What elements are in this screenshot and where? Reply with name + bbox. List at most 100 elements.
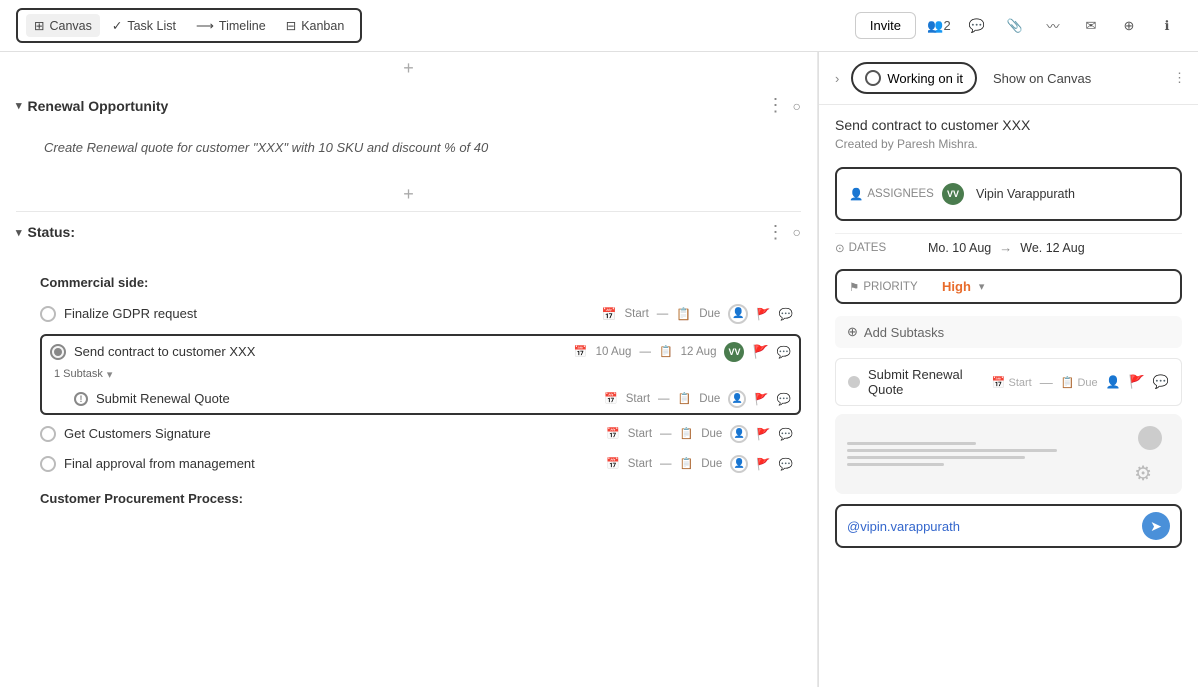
collapse-icon[interactable]: › <box>831 67 843 90</box>
priority-icon: ⚑ <box>849 280 859 294</box>
flag-icon-gdpr: 🚩 <box>756 307 770 321</box>
dash-app: — <box>660 458 672 470</box>
date-end-value: We. 12 Aug <box>1020 241 1084 255</box>
info-icon: ℹ <box>1165 18 1170 34</box>
invite-button[interactable]: Invite <box>855 12 916 39</box>
activity-icon: 〰 <box>1046 16 1059 35</box>
status-chevron-icon: ▾ <box>16 226 22 239</box>
task-name-gdpr: Finalize GDPR request <box>64 306 594 321</box>
chat-icon: 💬 <box>969 18 985 34</box>
flag-app: 🚩 <box>756 457 770 471</box>
created-by-text: Created by Paresh Mishra. <box>835 137 1182 151</box>
sig-start: Start <box>628 428 652 440</box>
dates-label-text: DATES <box>849 242 887 254</box>
mention-input[interactable] <box>847 519 1134 534</box>
assignee-avatar: VV <box>942 183 964 205</box>
timeline-icon: ⟶ <box>196 18 214 33</box>
show-on-canvas-button[interactable]: Show on Canvas <box>985 67 1099 90</box>
chat-button[interactable]: 💬 <box>962 11 992 41</box>
chevron-down-icon: ▾ <box>16 99 22 112</box>
subtask-row-renewal[interactable]: Submit Renewal Quote 📅 Start — 📋 Due 👤 🚩… <box>42 385 799 413</box>
canvas-gear-icon: ⚙ <box>1134 461 1152 486</box>
task-check-signature <box>40 426 56 442</box>
task-date-start: 10 Aug <box>596 346 632 358</box>
right-panel: › Working on it Show on Canvas ⋮ Send co… <box>818 52 1198 687</box>
canvas-preview: ⚙ <box>835 414 1182 494</box>
add-section-middle[interactable]: + <box>0 178 817 211</box>
add-section-top[interactable]: + <box>0 52 817 85</box>
kanban-tab[interactable]: ⊟ Kanban <box>278 14 353 37</box>
flag-sig: 🚩 <box>756 427 770 441</box>
priority-dropdown-icon[interactable]: ▾ <box>979 280 985 293</box>
activity-button[interactable]: 〰 <box>1038 11 1068 41</box>
renewal-section: ▾ Renewal Opportunity ⋮ ○ Create Renewal… <box>0 85 817 178</box>
renewal-header-left: ▾ Renewal Opportunity <box>16 98 168 114</box>
task-row-signature[interactable]: Get Customers Signature 📅 Start — 📋 Due … <box>16 419 801 449</box>
app-start: Start <box>628 458 652 470</box>
send-button[interactable]: ➤ <box>1142 512 1170 540</box>
attachment-button[interactable]: 📎 <box>1000 11 1030 41</box>
status-more-icon[interactable]: ⋮ <box>767 222 785 243</box>
canvas-tab[interactable]: ⊞ Canvas <box>26 14 100 37</box>
cal-start-sub: 📅 <box>604 392 618 405</box>
integration-button[interactable]: ⊕ <box>1114 11 1144 41</box>
flag-sub: 🚩 <box>754 392 768 406</box>
toolbar-view-switcher: ⊞ Canvas ✓ Task List ⟶ Timeline ⊟ Kanban <box>16 8 362 43</box>
timeline-label: Timeline <box>219 19 266 33</box>
subtask-item-name: Submit Renewal Quote <box>868 367 984 397</box>
renewal-section-title: Renewal Opportunity <box>28 98 169 114</box>
toolbar-right: Invite 👥 2 💬 📎 〰 ✉ ⊕ ℹ <box>855 11 1182 41</box>
left-panel: + ▾ Renewal Opportunity ⋮ ○ Create Renew… <box>0 52 818 687</box>
renewal-section-header[interactable]: ▾ Renewal Opportunity ⋮ ○ <box>0 85 817 126</box>
info-button[interactable]: ℹ <box>1152 11 1182 41</box>
comment-app: 💬 <box>779 457 793 471</box>
subtask-assign-icon: 👤 <box>1106 375 1121 389</box>
canvas-label: Canvas <box>49 19 91 33</box>
status-search-icon[interactable]: ○ <box>793 224 801 240</box>
dates-label: ⊙ DATES <box>835 241 920 255</box>
calendar-icon-due-gdpr: 📋 <box>676 307 691 321</box>
subtask-start: Start <box>626 393 650 405</box>
status-section-header[interactable]: ▾ Status: ⋮ ○ <box>0 212 817 253</box>
status-header-left: ▾ Status: <box>16 224 75 240</box>
priority-value: High <box>942 279 971 294</box>
cal-sig-start: 📅 <box>606 427 620 440</box>
app-due: Due <box>701 458 722 470</box>
task-row-contract[interactable]: Send contract to customer XXX 📅 10 Aug —… <box>42 336 799 368</box>
task-row-approval[interactable]: Final approval from management 📅 Start —… <box>16 449 801 479</box>
member-count: 2 <box>943 18 950 33</box>
mention-input-row: ➤ <box>835 504 1182 548</box>
assignee-sub: 👤 <box>728 390 746 408</box>
task-meta-gdpr: 📅 Start — 📋 Due 👤 🚩 💬 <box>602 304 793 324</box>
subtask-expand[interactable]: 1 Subtask ▾ <box>42 368 799 385</box>
task-row-gdpr[interactable]: Finalize GDPR request 📅 Start — 📋 Due 👤 … <box>16 298 801 330</box>
renewal-more-icon[interactable]: ⋮ <box>767 95 785 116</box>
renewal-search-icon[interactable]: ○ <box>793 98 801 114</box>
add-subtask-icon: ⊕ <box>847 324 858 340</box>
status-section: ▾ Status: ⋮ ○ Commercial side: Finalize … <box>0 212 817 524</box>
email-button[interactable]: ✉ <box>1076 11 1106 41</box>
working-on-button[interactable]: Working on it <box>851 62 977 94</box>
comment-icon-gdpr: 💬 <box>779 307 793 321</box>
right-panel-more-icon[interactable]: ⋮ <box>1173 70 1186 86</box>
members-button[interactable]: 👥 2 <box>924 11 954 41</box>
subtask-comment-icon: 💬 <box>1153 374 1169 390</box>
top-toolbar: ⊞ Canvas ✓ Task List ⟶ Timeline ⊟ Kanban… <box>0 0 1198 52</box>
dash-sub: — <box>658 393 670 405</box>
timeline-tab[interactable]: ⟶ Timeline <box>188 14 274 37</box>
task-name-contract: Send contract to customer XXX <box>74 344 566 359</box>
subtask-item-renewal[interactable]: Submit Renewal Quote 📅 Start — 📋 Due 👤 🚩… <box>835 358 1182 406</box>
renewal-description: Create Renewal quote for customer "XXX" … <box>24 134 793 166</box>
subtask-expand-icon: ▾ <box>107 368 113 381</box>
task-check-gdpr <box>40 306 56 322</box>
renewal-section-body: Create Renewal quote for customer "XXX" … <box>0 126 817 178</box>
assignees-label: 👤 ASSIGNEES <box>849 187 934 201</box>
task-name-approval: Final approval from management <box>64 456 598 471</box>
task-list-tab[interactable]: ✓ Task List <box>104 14 184 37</box>
task-name-signature: Get Customers Signature <box>64 426 598 441</box>
subtask-flag-icon: 🚩 <box>1129 374 1145 390</box>
subtask-name-renewal: Submit Renewal Quote <box>96 391 596 406</box>
renewal-header-right: ⋮ ○ <box>767 95 801 116</box>
priority-label-text: PRIORITY <box>863 281 917 293</box>
add-subtasks-bar[interactable]: ⊕ Add Subtasks <box>835 316 1182 348</box>
